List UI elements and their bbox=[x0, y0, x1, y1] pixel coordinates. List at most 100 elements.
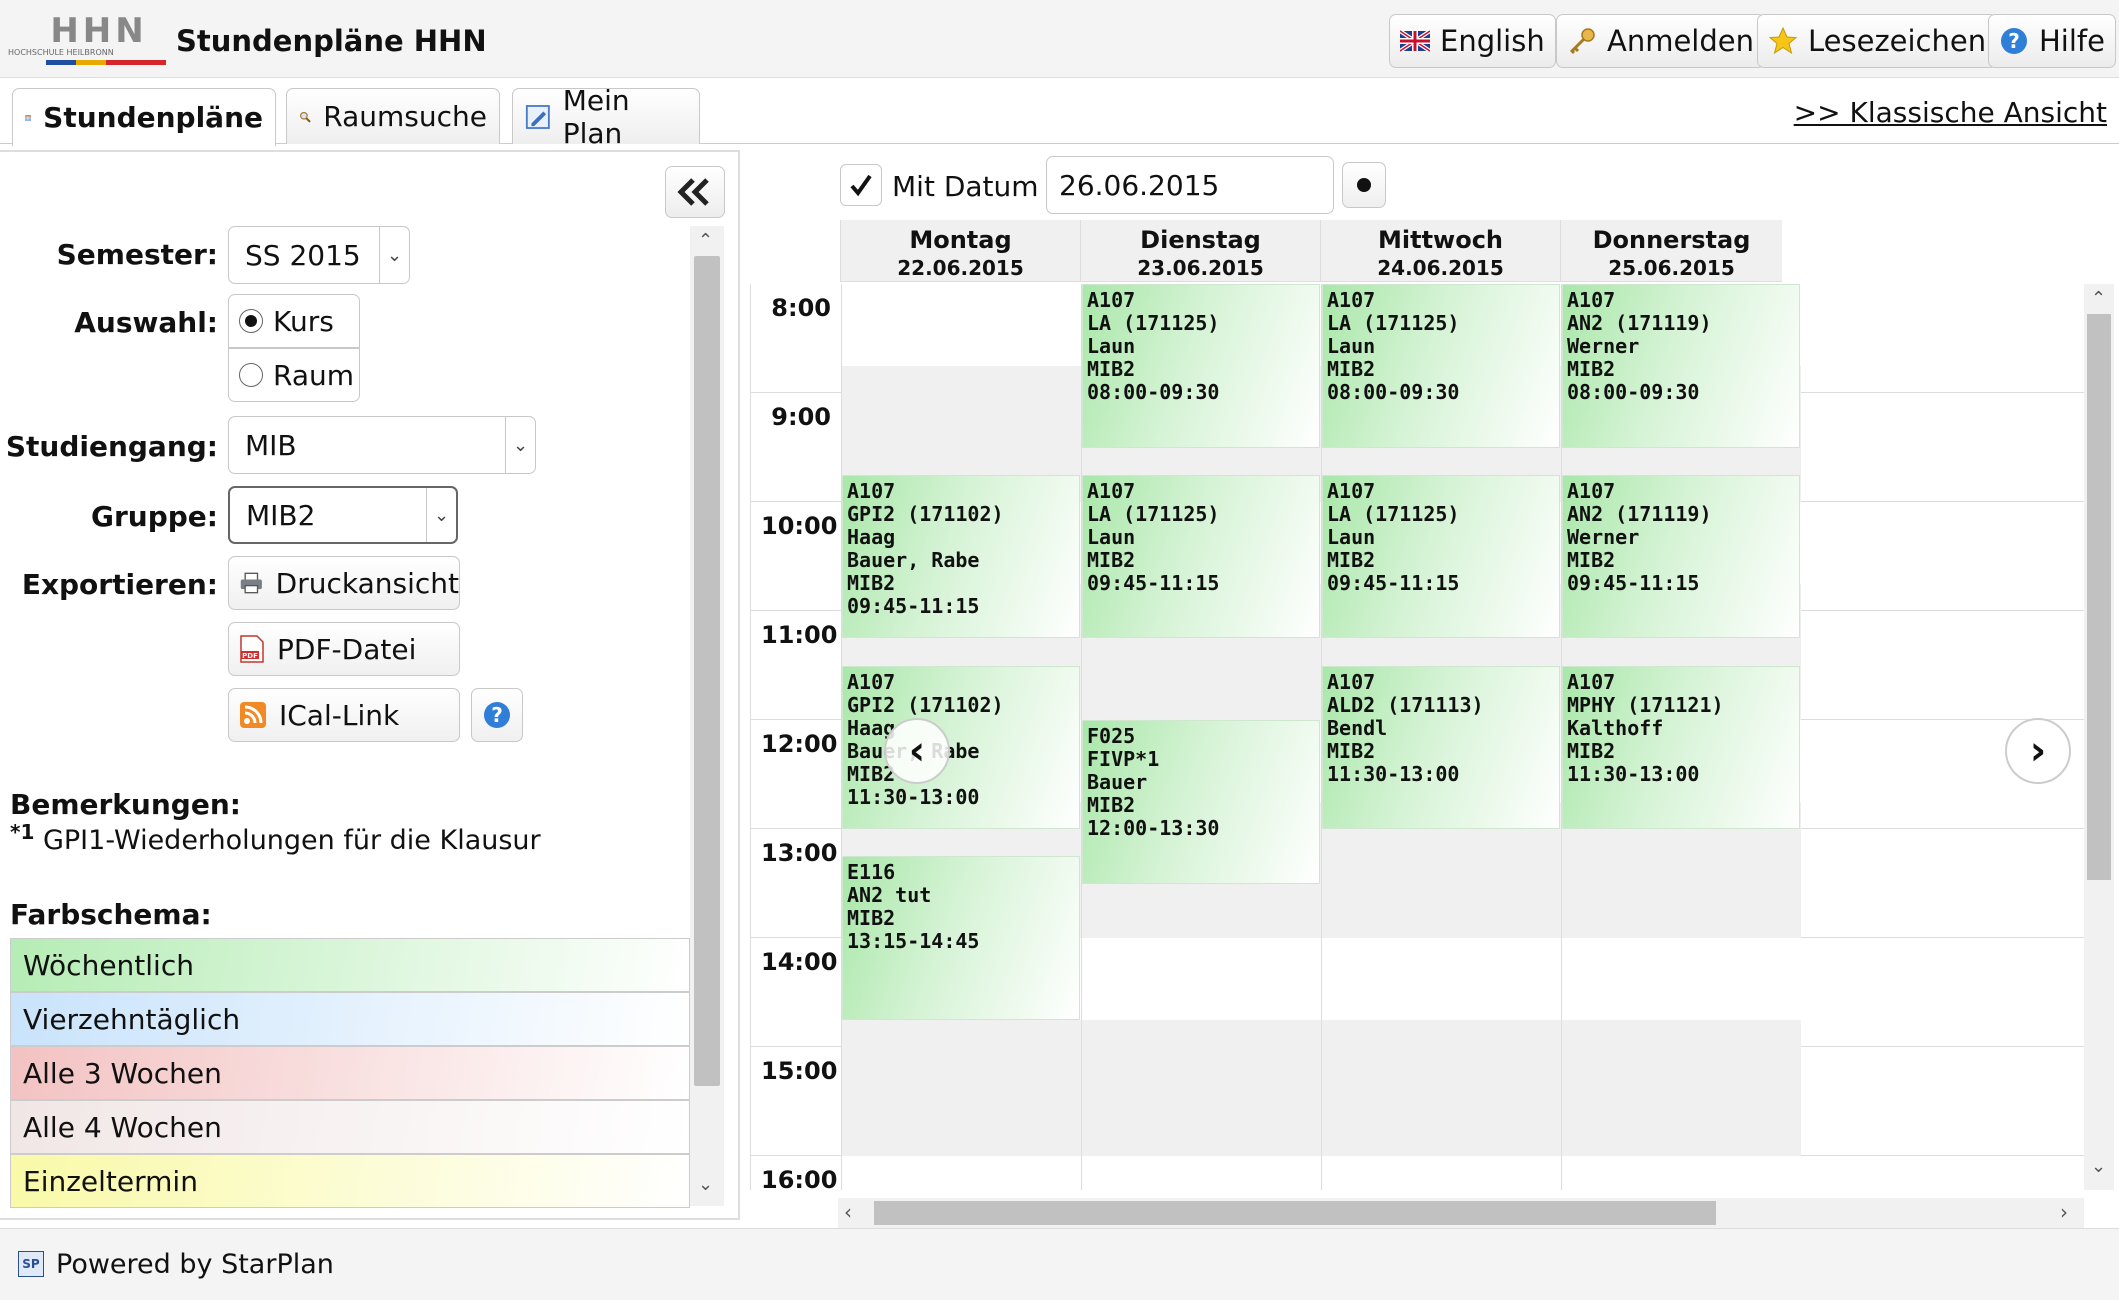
remark-marker: *1 bbox=[10, 820, 35, 844]
previous-week-button[interactable]: ‹ bbox=[884, 718, 950, 784]
event-block[interactable]: A107 ALD2 (171113) Bendl MIB2 11:30-13:00 bbox=[1322, 665, 1560, 829]
scroll-up-icon[interactable]: ⌃ bbox=[2091, 288, 2106, 309]
english-button[interactable]: English bbox=[1389, 14, 1556, 68]
pdf-file-label: PDF-Datei bbox=[277, 632, 417, 666]
time-slot[interactable] bbox=[1081, 1047, 1321, 1129]
scroll-down-icon[interactable]: ⌄ bbox=[2091, 1156, 2106, 1177]
time-slot[interactable] bbox=[1321, 829, 1561, 911]
time-slot[interactable] bbox=[1561, 1128, 1801, 1156]
time-slot[interactable] bbox=[841, 1019, 1081, 1047]
tab-room-search[interactable]: Raumsuche bbox=[286, 88, 500, 144]
tab-my-plan[interactable]: Mein Plan bbox=[512, 84, 700, 150]
event-line: LA (171125) bbox=[1327, 501, 1460, 526]
scroll-right-icon[interactable]: › bbox=[2060, 1200, 2068, 1224]
time-slot[interactable] bbox=[1561, 938, 1801, 1020]
radio-course[interactable]: Kurs bbox=[228, 294, 360, 348]
sidebar-scrollbar[interactable]: ⌃ ⌄ bbox=[690, 226, 724, 1206]
time-slot[interactable] bbox=[1321, 1156, 1561, 1190]
uk-flag-icon bbox=[1400, 30, 1430, 52]
help-button[interactable]: ? Hilfe bbox=[1988, 14, 2116, 68]
time-slot[interactable] bbox=[841, 365, 1081, 393]
login-button[interactable]: Anmelden bbox=[1556, 14, 1765, 68]
time-slot[interactable] bbox=[841, 1128, 1081, 1156]
today-button[interactable] bbox=[1342, 162, 1386, 208]
day-header: Mittwoch 24.06.2015 bbox=[1320, 220, 1560, 282]
login-label: Anmelden bbox=[1607, 24, 1754, 58]
hour-label: 10:00 bbox=[761, 512, 838, 540]
time-slot[interactable] bbox=[841, 284, 1081, 366]
hhn-logo[interactable]: HHN HOCHSCHULE HEILBRONN bbox=[8, 14, 166, 66]
event-block[interactable]: E116 AN2 tut MIB2 13:15-14:45 bbox=[842, 856, 1080, 1020]
group-label: Gruppe: bbox=[91, 500, 218, 533]
event-block[interactable]: A107 LA (171125) Laun MIB2 09:45-11:15 bbox=[1082, 474, 1320, 639]
event-line: LA (171125) bbox=[1087, 501, 1220, 526]
tab-schedules-label: Stundenpläne bbox=[43, 101, 263, 134]
time-slot[interactable] bbox=[1321, 1128, 1561, 1156]
time-slot[interactable] bbox=[1321, 938, 1561, 1020]
svg-text:PDF: PDF bbox=[242, 652, 258, 660]
time-slot[interactable] bbox=[841, 1047, 1081, 1129]
event-line: A107 bbox=[1567, 288, 1616, 312]
time-slot[interactable] bbox=[1081, 692, 1321, 720]
event-line: MIB2 bbox=[1327, 547, 1376, 572]
time-slot[interactable] bbox=[1561, 1019, 1801, 1047]
time-slot[interactable] bbox=[1081, 1019, 1321, 1047]
time-slot[interactable] bbox=[1561, 1047, 1801, 1129]
program-select[interactable]: MIB ⌄ bbox=[228, 416, 536, 474]
event-line: A107 bbox=[847, 669, 896, 694]
event-block[interactable]: A107 LA (171125) Laun MIB2 08:00-09:30 bbox=[1082, 284, 1320, 448]
print-view-button[interactable]: Druckansicht bbox=[228, 556, 460, 610]
pdf-file-button[interactable]: PDF PDF-Datei bbox=[228, 622, 460, 676]
event-block[interactable]: A107 GPI2 (171102) Haag Bauer, Rabe MIB2 09:4… bbox=[842, 474, 1080, 639]
event-line: Laun bbox=[1087, 334, 1136, 358]
time-slot[interactable] bbox=[1081, 938, 1321, 1020]
event-block[interactable]: F025 FIVP*1 Bauer MIB2 12:00-13:30 bbox=[1082, 720, 1320, 884]
time-slot[interactable] bbox=[1321, 910, 1561, 938]
scroll-up-icon[interactable]: ⌃ bbox=[698, 230, 713, 251]
time-slot[interactable] bbox=[1081, 1156, 1321, 1190]
time-slot[interactable] bbox=[841, 1156, 1081, 1190]
radio-room[interactable]: Raum bbox=[228, 348, 360, 402]
event-block[interactable]: A107 AN2 (171119) Werner MIB2 09:45-11:15 bbox=[1562, 474, 1800, 639]
time-slot[interactable] bbox=[1561, 1156, 1801, 1190]
next-week-button[interactable]: › bbox=[2005, 718, 2071, 784]
ical-link-button[interactable]: ICal-Link bbox=[228, 688, 460, 742]
time-slot[interactable] bbox=[1561, 829, 1801, 911]
calendar-vscroll-thumb[interactable] bbox=[2087, 314, 2111, 880]
date-input[interactable]: 26.06.2015 bbox=[1046, 156, 1334, 214]
time-slot[interactable] bbox=[841, 393, 1081, 475]
event-block[interactable]: A107 AN2 (171119) Werner MIB2 08:00-09:30 bbox=[1562, 284, 1800, 448]
classic-view-link[interactable]: >> Klassische Ansicht bbox=[1794, 96, 2107, 129]
time-slot[interactable] bbox=[1081, 1128, 1321, 1156]
tab-schedules[interactable]: Stundenpläne bbox=[12, 88, 276, 146]
event-block[interactable]: A107GPI2 (171102)HaagBauer, RabeMIB211:3… bbox=[842, 665, 1080, 829]
group-value: MIB2 bbox=[246, 498, 316, 532]
calendar-hscroll-thumb[interactable] bbox=[874, 1201, 1716, 1225]
group-select[interactable]: MIB2 ⌄ bbox=[228, 486, 458, 544]
event-block[interactable]: A107 LA (171125) Laun MIB2 08:00-09:30 bbox=[1322, 284, 1560, 448]
with-date-checkbox[interactable] bbox=[840, 164, 882, 206]
time-slot[interactable] bbox=[1321, 1047, 1561, 1129]
event-line: MIB2 bbox=[847, 570, 896, 595]
scroll-down-icon[interactable]: ⌄ bbox=[698, 1174, 713, 1195]
edit-note-icon bbox=[525, 104, 550, 129]
collapse-sidebar-button[interactable] bbox=[665, 166, 725, 218]
event-line: 12:00-13:30 bbox=[1087, 816, 1220, 840]
sidebar-scroll-thumb[interactable] bbox=[694, 256, 720, 1086]
event-line: 09:45-11:15 bbox=[1087, 570, 1220, 595]
event-block[interactable]: A107 MPHY (171121) Kalthoff MIB2 11:30-13:00 bbox=[1562, 665, 1800, 829]
semester-select[interactable]: SS 2015 ⌄ bbox=[228, 226, 410, 284]
time-slot[interactable] bbox=[1561, 910, 1801, 938]
time-slot[interactable] bbox=[1081, 910, 1321, 938]
scroll-left-icon[interactable]: ‹ bbox=[844, 1200, 852, 1224]
calendar-horizontal-scrollbar[interactable]: ‹ › bbox=[838, 1198, 2084, 1228]
calendar-vertical-scrollbar[interactable]: ⌃ ⌄ bbox=[2084, 284, 2114, 1190]
powered-by-link[interactable]: Powered by StarPlan bbox=[56, 1249, 334, 1280]
ical-help-button[interactable]: ? bbox=[471, 688, 523, 742]
event-line: MIB2 bbox=[1087, 547, 1136, 572]
event-block[interactable]: A107 LA (171125) Laun MIB2 09:45-11:15 bbox=[1322, 474, 1560, 639]
bookmarks-button[interactable]: Lesezeichen bbox=[1757, 14, 1998, 68]
event-line: LA (171125) bbox=[1327, 311, 1460, 335]
time-slot[interactable] bbox=[1321, 1019, 1561, 1047]
checkmark-icon bbox=[850, 174, 872, 197]
